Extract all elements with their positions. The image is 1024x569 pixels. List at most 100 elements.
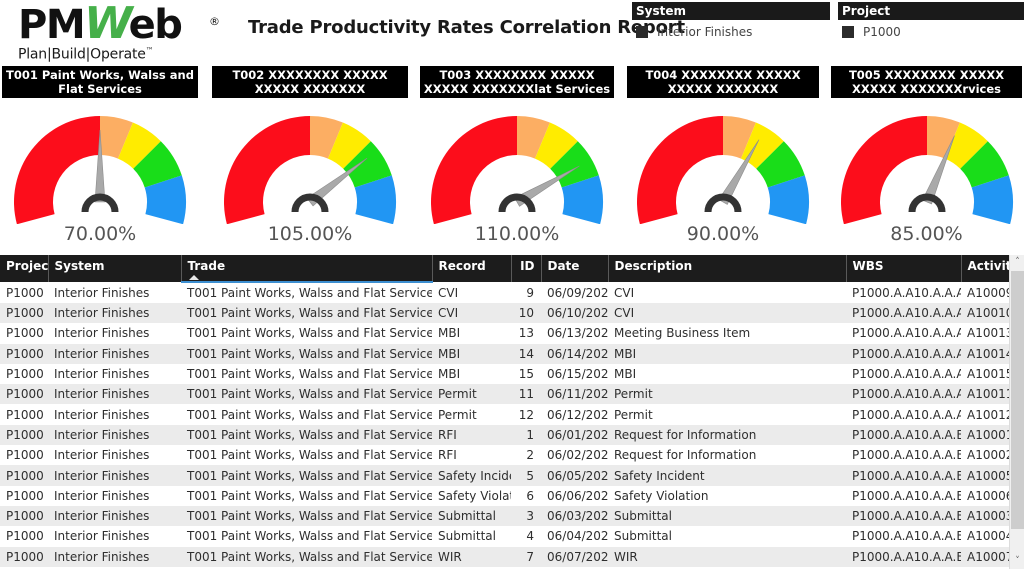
cell-wbs: P1000.A.A10.A.A.A.WP2: [846, 282, 961, 303]
table-row[interactable]: P1000 Interior Finishes T001 Paint Works, …: [0, 485, 1024, 506]
gauge-value-3: 110.00%: [474, 223, 560, 245]
cell-record: Submittal: [432, 505, 511, 527]
column-header-label-project: Project: [6, 259, 48, 273]
gauge-chart-3: [431, 116, 603, 224]
slicer-project[interactable]: Project P1000: [838, 2, 1024, 40]
cell-description: Meeting Business Item: [608, 323, 846, 344]
cell-wbs: P1000.A.A10.A.A.A.WP1: [846, 363, 961, 385]
slicer-system-title: System: [632, 2, 830, 20]
table-row[interactable]: P1000 Interior Finishes T001 Paint Works, …: [0, 303, 1024, 324]
cell-trade: T001 Paint Works, Walss and Flat Service…: [181, 404, 432, 425]
column-header-label-date: Date: [547, 259, 580, 273]
gauge-chart-1: [14, 116, 186, 224]
checkbox-icon[interactable]: [842, 26, 854, 38]
cell-date: 06/11/2020: [541, 384, 608, 405]
cell-trade: T001 Paint Works, Walss and Flat Service…: [181, 282, 432, 303]
cell-trade: T001 Paint Works, Walss and Flat Service…: [181, 343, 432, 364]
column-header-system[interactable]: System: [48, 255, 182, 282]
cell-wbs: P1000.A.A10.A.A.B.WP2: [846, 445, 961, 466]
gauge-title-5: T005 XXXXXXXX XXXXX XXXXX XXXXXXXrvices: [831, 66, 1022, 98]
table-row[interactable]: P1000 Interior Finishes T001 Paint Works, …: [0, 343, 1024, 364]
column-header-record[interactable]: Record: [432, 255, 512, 282]
table-row[interactable]: P1000 Interior Finishes T001 Paint Works, …: [0, 282, 1024, 303]
gauge-chart-2: [224, 116, 396, 224]
logo-text-eb: eb: [128, 2, 183, 48]
cell-system: Interior Finishes: [48, 343, 181, 364]
slicer-system-item-0[interactable]: Interior Finishes: [632, 20, 830, 40]
cell-id: 10: [511, 303, 541, 324]
vertical-scrollbar[interactable]: ˄ ˅: [1009, 255, 1024, 569]
cell-project: P1000: [0, 485, 48, 506]
table-row[interactable]: P1000 Interior Finishes T001 Paint Works, …: [0, 526, 1024, 547]
cell-wbs: P1000.A.A10.A.A.B.WP2: [846, 424, 961, 446]
table-row[interactable]: P1000 Interior Finishes T001 Paint Works, …: [0, 445, 1024, 466]
table-row[interactable]: P1000 Interior Finishes T001 Paint Works, …: [0, 363, 1024, 385]
pmweb-logo: PMWeb ® Plan|Build|Operate™: [18, 2, 220, 63]
cell-trade: T001 Paint Works, Walss and Flat Service…: [181, 445, 432, 466]
gauge-value-2: 105.00%: [267, 223, 353, 245]
column-header-date[interactable]: Date: [541, 255, 609, 282]
column-header-description[interactable]: Description: [608, 255, 847, 282]
table-row[interactable]: P1000 Interior Finishes T001 Paint Works, …: [0, 384, 1024, 405]
gauge-title-3: T003 XXXXXXXX XXXXX XXXXX XXXXXXXlat Ser…: [420, 66, 614, 98]
cell-project: P1000: [0, 465, 48, 486]
cell-system: Interior Finishes: [48, 323, 181, 344]
cell-date: 06/12/2020: [541, 404, 608, 425]
cell-system: Interior Finishes: [48, 465, 181, 486]
cell-wbs: P1000.A.A10.A.A.B.WP3: [846, 485, 961, 506]
cell-record: Safety Incident: [432, 465, 511, 486]
cell-system: Interior Finishes: [48, 505, 181, 527]
cell-date: 06/14/2020: [541, 343, 608, 364]
table-row[interactable]: P1000 Interior Finishes T001 Paint Works, …: [0, 465, 1024, 486]
table-row[interactable]: P1000 Interior Finishes T001 Paint Works, …: [0, 424, 1024, 446]
cell-trade: T001 Paint Works, Walss and Flat Service…: [181, 546, 432, 567]
cell-id: 15: [511, 363, 541, 385]
logo-wordmark: PMWeb ®: [18, 2, 220, 46]
column-header-label-trade: Trade: [187, 259, 226, 273]
cell-system: Interior Finishes: [48, 546, 181, 567]
cell-system: Interior Finishes: [48, 526, 181, 547]
cell-date: 06/03/2020: [541, 505, 608, 527]
cell-description: Permit: [608, 404, 846, 425]
gauge-title-2: T002 XXXXXXXX XXXXX XXXXX XXXXXXX: [212, 66, 408, 98]
slicer-project-title: Project: [838, 2, 1024, 20]
gauge-hub-1: [81, 193, 119, 213]
gauge-body-2: 105.00%: [212, 98, 408, 246]
cell-wbs: P1000.A.A10.A.A.A.WP2: [846, 384, 961, 405]
column-header-wbs[interactable]: WBS: [846, 255, 962, 282]
table-row[interactable]: P1000 Interior Finishes T001 Paint Works, …: [0, 404, 1024, 425]
cell-project: P1000: [0, 424, 48, 446]
cell-wbs: P1000.A.A10.A.A.B.WP2: [846, 526, 961, 547]
cell-id: 7: [511, 546, 541, 567]
cell-trade: T001 Paint Works, Walss and Flat Service…: [181, 424, 432, 446]
cell-trade: T001 Paint Works, Walss and Flat Service…: [181, 465, 432, 486]
cell-project: P1000: [0, 445, 48, 466]
registered-trademark-icon: ®: [209, 15, 220, 28]
column-header-trade[interactable]: Trade: [181, 255, 433, 283]
table-row[interactable]: P1000 Interior Finishes T001 Paint Works, …: [0, 323, 1024, 344]
cell-trade: T001 Paint Works, Walss and Flat Service…: [181, 526, 432, 547]
cell-date: 06/06/2020: [541, 485, 608, 506]
cell-id: 12: [511, 404, 541, 425]
cell-trade: T001 Paint Works, Walss and Flat Service…: [181, 384, 432, 405]
column-header-project[interactable]: Project: [0, 255, 49, 282]
slicer-project-item-label: P1000: [863, 25, 901, 39]
table-row[interactable]: P1000 Interior Finishes T001 Paint Works, …: [0, 505, 1024, 527]
cell-project: P1000: [0, 505, 48, 527]
scroll-up-icon[interactable]: ˄: [1010, 255, 1024, 270]
scroll-down-icon[interactable]: ˅: [1010, 554, 1024, 569]
table-row[interactable]: P1000 Interior Finishes T001 Paint Works, …: [0, 546, 1024, 567]
checkbox-icon[interactable]: [636, 26, 648, 38]
scrollbar-thumb[interactable]: [1011, 271, 1024, 529]
cell-system: Interior Finishes: [48, 363, 181, 385]
cell-description: Safety Incident: [608, 465, 846, 486]
report-page: PMWeb ® Plan|Build|Operate™ Trade Produc…: [0, 0, 1024, 569]
column-header-label-description: Description: [614, 259, 693, 273]
column-header-id[interactable]: ID: [511, 255, 542, 282]
gauge-hub-5: [908, 193, 945, 213]
slicer-system[interactable]: System Interior Finishes: [632, 2, 830, 40]
cell-id: 11: [511, 384, 541, 405]
gauge-card-1: T001 Paint Works, Walss and Flat Service…: [2, 66, 198, 246]
slicer-project-item-0[interactable]: P1000: [838, 20, 1024, 40]
gauge-body-5: 85.00%: [831, 98, 1022, 246]
